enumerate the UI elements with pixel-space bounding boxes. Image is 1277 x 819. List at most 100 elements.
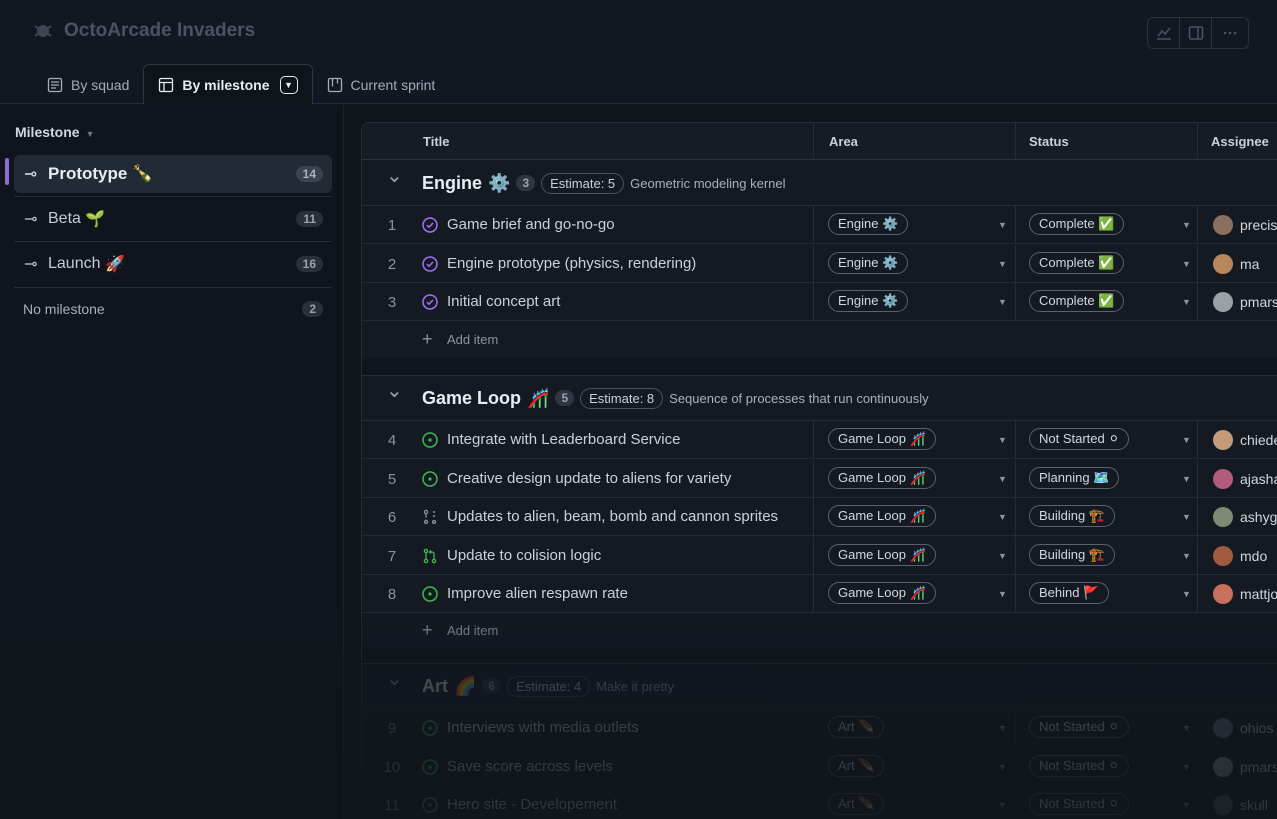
- status-cell[interactable]: Building 🏗️ ▼: [1015, 536, 1197, 575]
- assignee-cell[interactable]: precis: [1197, 206, 1277, 244]
- milestone-item-beta[interactable]: ⊸ Beta 🌱 11: [14, 200, 332, 238]
- tab-by-milestone[interactable]: By milestone ▼: [143, 64, 313, 105]
- table-row[interactable]: 8 Improve alien respawn rate Game Loop 🎢 ▼ B…: [362, 575, 1277, 613]
- assignee-cell[interactable]: ohios: [1197, 709, 1277, 747]
- item-title[interactable]: Save score across levels: [447, 758, 613, 775]
- column-header-status[interactable]: Status: [1029, 134, 1069, 149]
- status-cell[interactable]: Not Started ⚪ ▼: [1015, 709, 1197, 747]
- assignee-cell[interactable]: ajasha: [1197, 459, 1277, 498]
- chevron-down-icon[interactable]: ▼: [998, 800, 1007, 810]
- tab-by-squad[interactable]: By squad: [33, 65, 143, 105]
- assignee-cell[interactable]: pmars: [1197, 283, 1277, 321]
- table-row[interactable]: 5 Creative design update to aliens for va…: [362, 459, 1277, 498]
- status-cell[interactable]: Not Started ⚪ ▼: [1015, 786, 1197, 819]
- chevron-down-icon[interactable]: ▼: [998, 589, 1007, 599]
- chevron-down-icon[interactable]: ▼: [998, 474, 1007, 484]
- chevron-down-icon[interactable]: ▼: [1182, 435, 1191, 445]
- table-row[interactable]: 4 Integrate with Leaderboard Service Game …: [362, 421, 1277, 459]
- item-title[interactable]: Creative design update to aliens for var…: [447, 470, 731, 487]
- chevron-down-icon[interactable]: ▼: [998, 551, 1007, 561]
- chevron-down-icon[interactable]: ▼: [1182, 512, 1191, 522]
- area-cell[interactable]: Game Loop 🎢 ▼: [813, 536, 1015, 575]
- area-cell[interactable]: Game Loop 🎢 ▼: [813, 421, 1015, 459]
- item-title[interactable]: Update to colision logic: [447, 547, 601, 564]
- chevron-down-icon[interactable]: ▼: [1182, 220, 1191, 230]
- chevron-down-icon[interactable]: ▼: [1182, 723, 1191, 733]
- tab-current-sprint[interactable]: Current sprint: [313, 65, 450, 105]
- area-cell[interactable]: Engine ⚙️ ▼: [813, 244, 1015, 283]
- chevron-down-icon[interactable]: ▼: [998, 259, 1007, 269]
- status-cell[interactable]: Not Started ⚪ ▼: [1015, 421, 1197, 459]
- table-row[interactable]: 6 Updates to alien, beam, bomb and cannon…: [362, 498, 1277, 536]
- chevron-down-icon[interactable]: ▼: [1182, 800, 1191, 810]
- table-row[interactable]: 3 Initial concept art Engine ⚙️ ▼ Complete ✅…: [362, 283, 1277, 321]
- assignee-cell[interactable]: pmars: [1197, 747, 1277, 786]
- area-cell[interactable]: Engine ⚙️ ▼: [813, 283, 1015, 321]
- more-options-icon[interactable]: [1212, 18, 1248, 48]
- item-title[interactable]: Initial concept art: [447, 293, 560, 310]
- item-title[interactable]: Hero site - Developement: [447, 796, 617, 813]
- table-row[interactable]: 10 Save score across levels Art 🪶 ▼ Not Star…: [362, 747, 1277, 786]
- column-header-assignee[interactable]: Assignee: [1211, 134, 1269, 149]
- chevron-down-icon[interactable]: ▼: [1182, 589, 1191, 599]
- tab-options-dropdown-icon[interactable]: ▼: [279, 75, 298, 94]
- chevron-down-icon[interactable]: ▼: [998, 297, 1007, 307]
- item-title[interactable]: Integrate with Leaderboard Service: [447, 431, 680, 448]
- area-cell[interactable]: Art 🪶 ▼: [813, 747, 1015, 786]
- table-row[interactable]: 7 Update to colision logic Game Loop 🎢 ▼ Bui…: [362, 536, 1277, 575]
- chevron-down-icon[interactable]: ⌄: [386, 666, 403, 691]
- area-cell[interactable]: Game Loop 🎢 ▼: [813, 575, 1015, 613]
- status-cell[interactable]: Planning 🗺️ ▼: [1015, 459, 1197, 498]
- column-header-area[interactable]: Area: [829, 134, 858, 149]
- status-cell[interactable]: Building 🏗️ ▼: [1015, 498, 1197, 536]
- assignee-cell[interactable]: mattjo: [1197, 575, 1277, 613]
- column-divider[interactable]: [1197, 123, 1198, 160]
- table-row[interactable]: 2 Engine prototype (physics, rendering) En…: [362, 244, 1277, 283]
- assignee-cell[interactable]: mdo: [1197, 536, 1277, 575]
- assignee-cell[interactable]: ashyg: [1197, 498, 1277, 536]
- table-row[interactable]: 11 Hero site - Developement Art 🪶 ▼ Not Star…: [362, 786, 1277, 819]
- item-title[interactable]: Improve alien respawn rate: [447, 585, 628, 602]
- status-cell[interactable]: Complete ✅ ▼: [1015, 283, 1197, 321]
- milestone-field-selector[interactable]: Milestone ▼: [15, 124, 95, 140]
- area-cell[interactable]: Game Loop 🎢 ▼: [813, 459, 1015, 498]
- chevron-down-icon[interactable]: ▼: [998, 723, 1007, 733]
- milestone-item-prototype[interactable]: ⊸ Prototype 🍾 14: [14, 155, 332, 193]
- chevron-down-icon[interactable]: ⌄: [386, 163, 403, 188]
- chevron-down-icon[interactable]: ▼: [1182, 474, 1191, 484]
- add-item-button[interactable]: + Add item: [362, 612, 1277, 650]
- assignee-cell[interactable]: skull: [1197, 786, 1277, 819]
- status-cell[interactable]: Not Started ⚪ ▼: [1015, 747, 1197, 786]
- chevron-down-icon[interactable]: ▼: [1182, 551, 1191, 561]
- add-item-button[interactable]: + Add item: [362, 321, 1277, 359]
- side-panel-icon[interactable]: [1180, 18, 1212, 48]
- status-cell[interactable]: Complete ✅ ▼: [1015, 206, 1197, 244]
- chevron-down-icon[interactable]: ▼: [1182, 259, 1191, 269]
- table-row[interactable]: 1 Game brief and go-no-go Engine ⚙️ ▼ Comple…: [362, 206, 1277, 244]
- area-cell[interactable]: Art 🪶 ▼: [813, 709, 1015, 747]
- column-divider[interactable]: [813, 123, 814, 160]
- status-cell[interactable]: Behind 🚩 ▼: [1015, 575, 1197, 613]
- chevron-down-icon[interactable]: ▼: [1182, 762, 1191, 772]
- area-cell[interactable]: Game Loop 🎢 ▼: [813, 498, 1015, 536]
- assignee-cell[interactable]: chiede: [1197, 421, 1277, 459]
- table-row[interactable]: 9 Interviews with media outlets Art 🪶 ▼ Not …: [362, 709, 1277, 747]
- chevron-down-icon[interactable]: ▼: [998, 435, 1007, 445]
- status-cell[interactable]: Complete ✅ ▼: [1015, 244, 1197, 283]
- item-title[interactable]: Engine prototype (physics, rendering): [447, 255, 696, 272]
- chevron-down-icon[interactable]: ▼: [1182, 297, 1191, 307]
- chevron-down-icon[interactable]: ⌄: [386, 378, 403, 403]
- insights-icon[interactable]: [1148, 18, 1180, 48]
- item-title[interactable]: Interviews with media outlets: [447, 719, 639, 736]
- milestone-item-launch[interactable]: ⊸ Launch 🚀 16: [14, 245, 332, 283]
- assignee-cell[interactable]: ma: [1197, 244, 1277, 283]
- area-cell[interactable]: Art 🪶 ▼: [813, 786, 1015, 819]
- chevron-down-icon[interactable]: ▼: [998, 220, 1007, 230]
- area-cell[interactable]: Engine ⚙️ ▼: [813, 206, 1015, 244]
- item-title[interactable]: Updates to alien, beam, bomb and cannon …: [447, 508, 778, 525]
- item-title[interactable]: Game brief and go-no-go: [447, 216, 615, 233]
- chevron-down-icon[interactable]: ▼: [998, 512, 1007, 522]
- column-header-title[interactable]: Title: [423, 134, 450, 149]
- column-divider[interactable]: [1015, 123, 1016, 160]
- milestone-item-none[interactable]: No milestone 2: [23, 301, 323, 317]
